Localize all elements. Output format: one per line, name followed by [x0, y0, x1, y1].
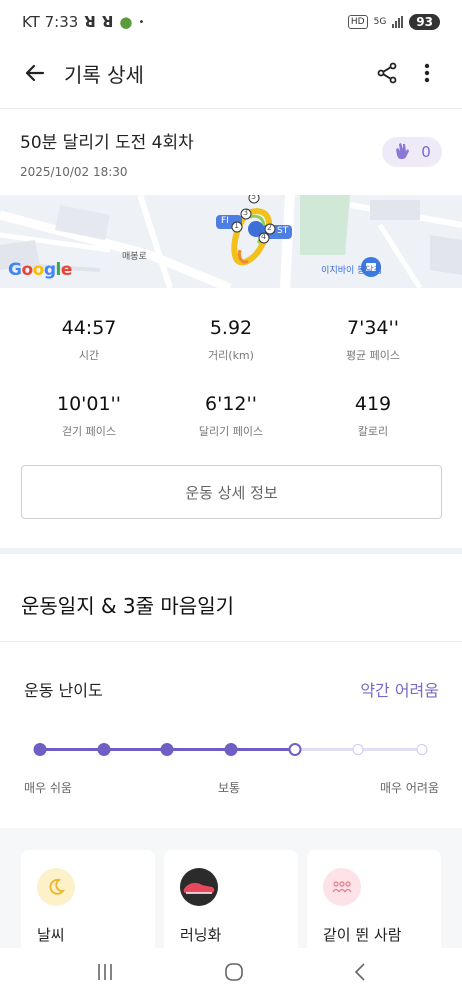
- slider-step-1[interactable]: [33, 743, 47, 756]
- back-arrow-icon[interactable]: [20, 58, 50, 88]
- scale-label-max: 매우 어려움: [379, 781, 439, 795]
- stat-time: 44:57 시간: [14, 317, 164, 363]
- difficulty-value: 약간 어려움: [360, 681, 439, 700]
- back-icon[interactable]: [353, 962, 367, 986]
- card-label: 날씨: [37, 926, 65, 944]
- stat-label: 평균 페이스: [345, 349, 401, 362]
- lap-marker: 4: [261, 232, 267, 241]
- page-title: 기록 상세: [64, 62, 144, 87]
- scale-label-mid: 보통: [218, 781, 241, 795]
- stat-label: 걷기 페이스: [61, 425, 117, 438]
- lap-marker: 2: [267, 223, 273, 232]
- signal-icon: [392, 16, 404, 28]
- carrier-time: KT 7:33: [22, 13, 79, 31]
- stat-value: 419: [354, 393, 392, 415]
- network-label: 5G: [373, 17, 387, 27]
- stat-value: 5.92: [209, 317, 253, 339]
- clap-count: 0: [421, 143, 431, 161]
- stat-value: 6'12'': [205, 393, 257, 415]
- street-label: 매봉로: [122, 252, 147, 262]
- slider-step-4[interactable]: [224, 743, 238, 756]
- scale-label-min: 매우 쉬움: [24, 781, 72, 795]
- runner-icon: ꓤ: [101, 13, 114, 31]
- journal-section-title: 운동일지 & 3줄 마음일기: [21, 594, 234, 618]
- divider: [0, 108, 462, 109]
- clap-icon: [393, 141, 411, 163]
- running-shoe-card[interactable]: 러닝화: [164, 850, 298, 948]
- stat-value: 7'34'': [347, 317, 399, 339]
- companion-card[interactable]: 같이 뛴 사람: [307, 850, 441, 948]
- app-header: 기록 상세: [0, 48, 462, 98]
- dot-icon: •: [138, 16, 145, 28]
- stat-distance: 5.92 거리(km): [156, 317, 306, 363]
- card-label: 같이 뛴 사람: [323, 926, 402, 944]
- slider-step-3[interactable]: [160, 743, 174, 756]
- difficulty-label: 운동 난이도: [24, 681, 103, 700]
- card-label: 러닝화: [180, 926, 222, 944]
- stat-run-pace: 6'12'' 달리기 페이스: [156, 393, 306, 439]
- divider: [0, 641, 462, 642]
- slider-step-2[interactable]: [97, 743, 111, 756]
- status-right: HD 5G 93: [347, 14, 440, 30]
- more-vertical-icon[interactable]: [412, 58, 442, 88]
- home-icon[interactable]: [224, 962, 244, 986]
- marker-finish: FI: [221, 216, 229, 226]
- system-nav-bar: [0, 948, 462, 1000]
- slider-step-6[interactable]: [352, 744, 364, 755]
- record-heading: 50분 달리기 도전 4회차 2025/10/02 18:30 0: [20, 128, 442, 179]
- status-bar: KT 7:33 ꓤ ꓤ ● • HD 5G 93: [0, 0, 462, 44]
- lap-marker: 1: [234, 221, 240, 230]
- runner-icon: ꓤ: [84, 13, 96, 31]
- poi-label: 이지바이 봉담점: [321, 266, 382, 276]
- stat-value: 44:57: [61, 317, 117, 339]
- share-icon[interactable]: [372, 58, 402, 88]
- slider-step-5[interactable]: [288, 743, 302, 756]
- section-divider: [0, 548, 462, 554]
- running-shoe-icon: [180, 868, 218, 906]
- stat-walk-pace: 10'01'' 걷기 페이스: [14, 393, 164, 439]
- clap-button[interactable]: 0: [382, 137, 442, 167]
- google-logo: Google: [8, 260, 72, 280]
- app-notification-icon: ●: [119, 13, 133, 31]
- recent-apps-icon[interactable]: [95, 963, 115, 985]
- hd-badge: HD: [347, 15, 368, 29]
- status-left: KT 7:33 ꓤ ꓤ ● •: [22, 13, 144, 31]
- route-map[interactable]: FI ST 1 2 3 4 5 매봉로 이지바이 봉담점 Google: [0, 195, 462, 288]
- stat-value: 10'01'': [56, 393, 122, 415]
- stat-calories: 419 칼로리: [298, 393, 448, 439]
- moon-icon: [37, 868, 75, 906]
- slider-step-7[interactable]: [416, 744, 428, 755]
- workout-detail-button[interactable]: 운동 상세 정보: [21, 465, 442, 519]
- stat-label: 달리기 페이스: [198, 425, 264, 438]
- people-icon: [323, 868, 361, 906]
- record-title: 50분 달리기 도전 4회차: [20, 133, 194, 153]
- marker-start: ST: [277, 226, 289, 236]
- lap-marker: 3: [243, 208, 249, 217]
- lap-marker: 5: [251, 195, 257, 201]
- difficulty-slider[interactable]: [33, 741, 428, 757]
- stat-label: 시간: [78, 349, 100, 362]
- weather-card[interactable]: 날씨: [21, 850, 155, 948]
- stat-label: 칼로리: [357, 425, 389, 438]
- stat-label: 거리(km): [208, 349, 254, 362]
- record-date: 2025/10/02 18:30: [20, 165, 128, 179]
- battery-indicator: 93: [409, 14, 440, 30]
- stat-avg-pace: 7'34'' 평균 페이스: [298, 317, 448, 363]
